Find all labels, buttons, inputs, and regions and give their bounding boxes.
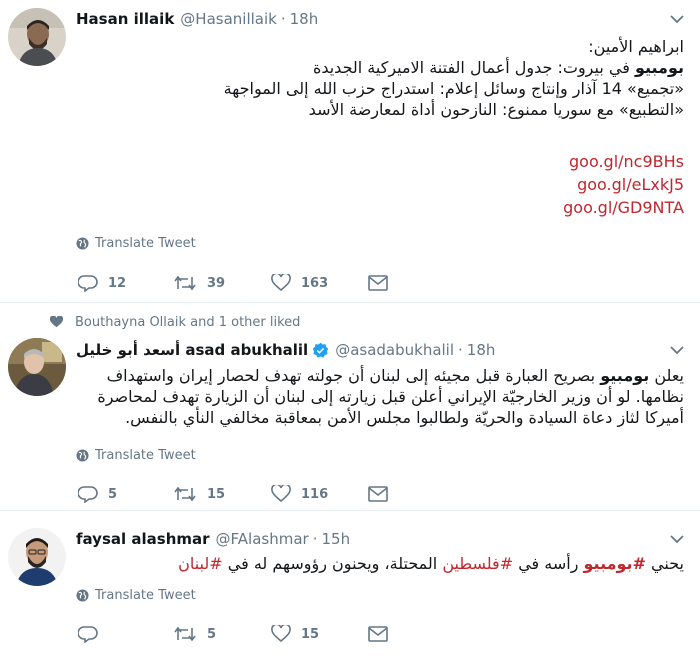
display-name[interactable]: أسعد أبو خليل asad abukhalil [76, 341, 308, 359]
reply-count: 5 [108, 486, 118, 502]
like-count: 15 [301, 626, 320, 642]
text-part: المحتلة، ويحنون رؤوسهم له في [222, 554, 443, 573]
tweet-actions: 5 15 [78, 623, 398, 645]
translate-tweet-button[interactable]: Translate Tweet [76, 446, 196, 464]
translate-label: Translate Tweet [95, 447, 196, 463]
tweet-line: نظامها. لو أن وزير الخارجيّة الإيراني أع… [97, 387, 684, 406]
display-name[interactable]: faysal alashmar [76, 530, 210, 548]
direct-message-button[interactable] [368, 483, 398, 505]
reply-icon [78, 275, 98, 292]
social-context: Bouthayna Ollaik and 1 other liked [50, 313, 300, 331]
bold-word: بومبيو [634, 58, 684, 77]
tweet-line-text: في بيروت: جدول أعمال الفتنة الاميركية ال… [312, 58, 635, 77]
retweet-count: 5 [207, 626, 217, 642]
translate-tweet-button[interactable]: Translate Tweet [76, 234, 196, 252]
heart-icon [271, 485, 291, 503]
tweet-asad-abukhalil[interactable]: Bouthayna Ollaik and 1 other liked أسعد … [0, 303, 700, 511]
timestamp[interactable]: 18h [290, 10, 319, 28]
heart-filled-icon [50, 316, 63, 328]
social-context-text[interactable]: Bouthayna Ollaik and 1 other liked [75, 315, 300, 330]
reply-button[interactable] [78, 623, 108, 645]
tweet-text: ابراهيم الأمين: بومبيو في بيروت: جدول أع… [84, 36, 684, 120]
like-button[interactable]: 15 [271, 623, 319, 645]
retweet-button[interactable]: 15 [173, 483, 225, 505]
hashtag-pompeo[interactable]: #بومبيو [584, 554, 646, 573]
link-goo-gl-1[interactable]: goo.gl/nc9BHs [84, 150, 684, 173]
tweet-line-pre: يعلن [649, 366, 684, 385]
tweet-line: أميركا لثاز دعاة السيادة والحريّة ولطالب… [125, 408, 684, 427]
reply-button[interactable]: 12 [78, 272, 126, 294]
tweet-line: يحني #بومبيو رأسه في #فلسطين المحتلة، وي… [84, 553, 684, 574]
heart-icon [271, 625, 291, 643]
reply-button[interactable]: 5 [78, 483, 117, 505]
globe-icon [76, 236, 89, 250]
verified-badge-icon [312, 342, 329, 358]
globe-icon [76, 588, 89, 602]
tweet-header: faysal alashmar @FAlashmar · 15h [76, 528, 350, 550]
bold-word: بومبيو [600, 366, 650, 385]
direct-message-button[interactable] [368, 623, 398, 645]
chevron-down-icon[interactable] [670, 534, 684, 544]
avatar-hasan-illaik[interactable] [8, 8, 66, 66]
tweet-header: أسعد أبو خليل asad abukhalil @asadabukha… [76, 339, 495, 361]
user-handle[interactable]: @Hasanillaik [180, 10, 277, 28]
retweet-icon [174, 275, 196, 291]
display-name[interactable]: Hasan illaik [76, 10, 174, 28]
like-count: 163 [301, 275, 329, 291]
separator-dot: · [458, 341, 463, 359]
tweet-line: «التطبيع» مع سوريا ممنوع: النازحون أداة … [308, 100, 684, 119]
separator-dot: · [312, 530, 318, 548]
timestamp[interactable]: 18h [467, 341, 496, 359]
tweet-line: «تجميع» 14 آذار وإنتاج وسائل إعلام: استد… [223, 79, 684, 98]
retweet-icon [174, 486, 196, 502]
hashtag-palestine[interactable]: #فلسطين [442, 554, 513, 573]
tweet-text: يعلن بومبيو بصريح العبارة قبل مجيئه إلى … [84, 365, 684, 428]
user-handle[interactable]: @FAlashmar [216, 530, 309, 548]
tweet-line: يعلن بومبيو بصريح العبارة قبل مجيئه إلى … [84, 365, 684, 386]
like-count: 116 [301, 486, 329, 502]
link-goo-gl-3[interactable]: goo.gl/GD9NTA [84, 196, 684, 219]
tweet-hasan-illaik[interactable]: Hasan illaik @Hasanillaik · 18h ابراهيم … [0, 0, 700, 303]
avatar-asad-abukhalil[interactable] [8, 338, 66, 396]
globe-icon [76, 448, 89, 462]
direct-message-button[interactable] [368, 272, 398, 294]
translate-tweet-button[interactable]: Translate Tweet [76, 586, 196, 604]
retweet-count: 39 [207, 275, 226, 291]
heart-icon [271, 274, 291, 292]
tweet-actions: 12 39 163 [78, 272, 398, 294]
hashtag-lebanon[interactable]: #لبنان [178, 554, 223, 573]
reply-icon [78, 486, 98, 503]
tweet-actions: 5 15 116 [78, 483, 398, 505]
text-part: يحني [645, 554, 684, 573]
reply-icon [78, 626, 98, 643]
reply-count: 12 [108, 275, 127, 291]
retweet-button[interactable]: 39 [173, 272, 225, 294]
envelope-icon [368, 626, 388, 642]
tweet-line-text: بصريح العبارة قبل مجيئه إلى لبنان أن جول… [106, 366, 601, 385]
chevron-down-icon[interactable] [670, 345, 684, 355]
like-button[interactable]: 163 [271, 272, 328, 294]
avatar-faysal-alashmar[interactable] [8, 528, 66, 586]
tweet-line: ابراهيم الأمين: [588, 37, 684, 56]
link-goo-gl-2[interactable]: goo.gl/eLxkJ5 [84, 173, 684, 196]
translate-label: Translate Tweet [95, 587, 196, 603]
tweet-links: goo.gl/nc9BHs goo.gl/eLxkJ5 goo.gl/GD9NT… [84, 150, 684, 219]
timestamp[interactable]: 15h [321, 530, 350, 548]
text-part: رأسه في [513, 554, 584, 573]
like-button[interactable]: 116 [271, 483, 328, 505]
retweet-icon [174, 626, 196, 642]
envelope-icon [368, 275, 388, 291]
retweet-button[interactable]: 5 [173, 623, 216, 645]
translate-label: Translate Tweet [95, 235, 196, 251]
retweet-count: 15 [207, 486, 226, 502]
separator-dot: · [280, 10, 286, 28]
tweet-faysal-alashmar[interactable]: faysal alashmar @FAlashmar · 15h يحني #ب… [0, 511, 700, 655]
user-handle[interactable]: @asadabukhalil [335, 341, 454, 359]
tweet-header: Hasan illaik @Hasanillaik · 18h [76, 8, 318, 30]
envelope-icon [368, 486, 388, 502]
tweet-text: يحني #بومبيو رأسه في #فلسطين المحتلة، وي… [84, 553, 684, 574]
tweet-line: بومبيو في بيروت: جدول أعمال الفتنة الامي… [84, 57, 684, 78]
chevron-down-icon[interactable] [670, 14, 684, 24]
